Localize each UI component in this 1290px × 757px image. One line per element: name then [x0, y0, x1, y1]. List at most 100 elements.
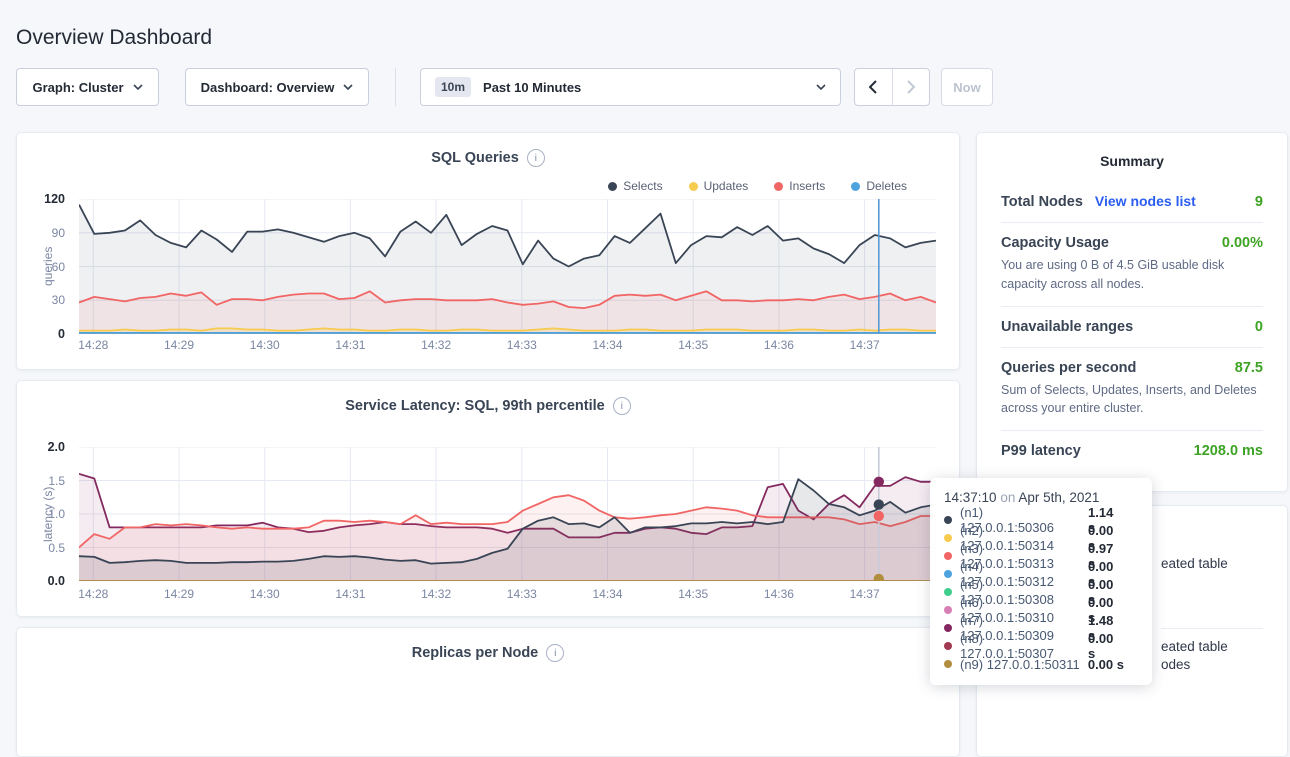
unavailable-ranges-label: Unavailable ranges	[1001, 319, 1133, 335]
series-dot-icon	[944, 624, 952, 632]
x-axis-tick: 14:37	[850, 338, 880, 352]
x-axis-ticks: 14:2814:2914:3014:3114:3214:3314:3414:35…	[79, 338, 936, 354]
summary-title: Summary	[1001, 133, 1263, 181]
legend-dot-icon	[851, 182, 860, 191]
info-icon[interactable]: i	[527, 149, 545, 167]
summary-row-total-nodes: Total Nodes View nodes list 9	[1001, 181, 1263, 223]
y-axis-tick: 1.5	[48, 474, 65, 488]
service-latency-chart[interactable]	[79, 447, 936, 581]
tooltip-node-row: (n8) 127.0.0.1:503070.00 s	[944, 637, 1138, 655]
x-axis-tick: 14:32	[421, 338, 451, 352]
x-axis-tick: 14:36	[764, 338, 794, 352]
total-nodes-label: Total Nodes	[1001, 194, 1083, 210]
graph-dropdown-label: Graph: Cluster	[32, 80, 123, 95]
legend-dot-icon	[774, 182, 783, 191]
chevron-left-icon	[869, 80, 877, 94]
time-range-dropdown[interactable]: 10m Past 10 Minutes	[420, 68, 841, 106]
y-axis-tick: 1.0	[48, 507, 65, 521]
series-dot-icon	[944, 588, 952, 596]
x-axis-tick: 14:29	[164, 587, 194, 601]
x-axis-tick: 14:34	[592, 338, 622, 352]
series-dot-icon	[944, 534, 952, 542]
summary-row-capacity: Capacity Usage 0.00% You are using 0 B o…	[1001, 223, 1263, 307]
y-axis-tick: 0.0	[48, 574, 65, 588]
x-axis-tick: 14:35	[678, 338, 708, 352]
sql-queries-chart[interactable]	[79, 199, 936, 334]
time-next-button[interactable]	[892, 69, 930, 105]
now-button[interactable]: Now	[941, 68, 993, 106]
capacity-description: You are using 0 B of 4.5 GiB usable disk…	[1001, 256, 1263, 294]
events-divider	[1161, 628, 1263, 629]
series-dot-icon	[944, 516, 952, 524]
event-text-fragment: odes	[1161, 657, 1190, 672]
graph-dropdown[interactable]: Graph: Cluster	[16, 68, 159, 106]
x-axis-tick: 14:30	[250, 338, 280, 352]
y-axis-tick: 0.5	[48, 541, 65, 555]
info-icon[interactable]: i	[613, 397, 631, 415]
y-axis-tick: 0	[58, 327, 65, 341]
sql-queries-legend: Selects Updates Inserts Deletes	[608, 179, 907, 193]
x-axis-ticks: 14:2814:2914:3014:3114:3214:3314:3414:35…	[79, 587, 936, 603]
legend-dot-icon	[689, 182, 698, 191]
qps-value: 87.5	[1235, 360, 1263, 376]
x-axis-tick: 14:36	[764, 587, 794, 601]
event-text-fragment: eated table	[1161, 556, 1228, 571]
tooltip-time: 14:37:10	[944, 490, 997, 505]
qps-label: Queries per second	[1001, 360, 1136, 376]
service-latency-panel: Service Latency: SQL, 99th percentile i …	[16, 380, 960, 617]
replicas-title-row: Replicas per Node i	[17, 644, 959, 662]
qps-description: Sum of Selects, Updates, Inserts, and De…	[1001, 381, 1263, 419]
chart-hover-tooltip: 14:37:10 on Apr 5th, 2021 (n1) 127.0.0.1…	[930, 478, 1152, 685]
y-axis-tick: 2.0	[48, 440, 65, 454]
series-dot-icon	[944, 642, 952, 650]
view-nodes-list-link[interactable]: View nodes list	[1095, 193, 1196, 209]
replicas-per-node-panel: Replicas per Node i	[16, 627, 960, 757]
series-dot-icon	[944, 606, 952, 614]
time-range-badge: 10m	[435, 77, 471, 97]
legend-item-selects[interactable]: Selects	[608, 179, 662, 193]
tooltip-date: Apr 5th, 2021	[1018, 490, 1099, 505]
legend-item-updates[interactable]: Updates	[689, 179, 749, 193]
summary-row-p99: P99 latency 1208.0 ms	[1001, 431, 1263, 471]
time-step-group	[854, 68, 930, 106]
chevron-down-icon	[343, 84, 353, 90]
chevron-right-icon	[907, 80, 915, 94]
y-axis-tick: 60	[52, 260, 65, 274]
chart-title: SQL Queries	[431, 150, 519, 166]
toolbar-divider	[395, 68, 396, 106]
service-latency-title-row: Service Latency: SQL, 99th percentile i	[17, 397, 959, 415]
chart-title: Replicas per Node	[412, 645, 539, 661]
series-dot-icon	[944, 660, 952, 668]
capacity-value: 0.00%	[1222, 235, 1263, 251]
legend-label: Selects	[623, 179, 662, 193]
legend-label: Deletes	[866, 179, 907, 193]
dashboard-dropdown[interactable]: Dashboard: Overview	[185, 68, 369, 106]
tooltip-node-value: 0.00 s	[1088, 657, 1138, 672]
chevron-down-icon	[133, 84, 143, 90]
legend-item-deletes[interactable]: Deletes	[851, 179, 907, 193]
summary-row-unavailable: Unavailable ranges 0	[1001, 307, 1263, 348]
legend-item-inserts[interactable]: Inserts	[774, 179, 825, 193]
time-prev-button[interactable]	[855, 69, 892, 105]
x-axis-tick: 14:33	[507, 338, 537, 352]
info-icon[interactable]: i	[546, 644, 564, 662]
dashboard-dropdown-label: Dashboard: Overview	[201, 80, 335, 95]
series-dot-icon	[944, 570, 952, 578]
x-axis-tick: 14:35	[678, 587, 708, 601]
capacity-label: Capacity Usage	[1001, 235, 1109, 251]
sql-queries-panel: SQL Queries i Selects Updates Inserts Delet…	[16, 132, 960, 370]
x-axis-tick: 14:29	[164, 338, 194, 352]
tooltip-node-row: (n9) 127.0.0.1:503110.00 s	[944, 655, 1138, 673]
chevron-down-icon	[816, 84, 826, 90]
chart-title: Service Latency: SQL, 99th percentile	[345, 398, 605, 414]
event-text-fragment: eated table	[1161, 639, 1228, 654]
summary-panel: Summary Total Nodes View nodes list 9 Ca…	[976, 132, 1288, 492]
tooltip-rows: (n1) 127.0.0.1:503061.14 s(n2) 127.0.0.1…	[944, 511, 1138, 673]
x-axis-tick: 14:33	[507, 587, 537, 601]
tooltip-timestamp: 14:37:10 on Apr 5th, 2021	[944, 490, 1138, 505]
total-nodes-value: 9	[1255, 194, 1263, 210]
x-axis-tick: 14:32	[421, 587, 451, 601]
p99-latency-value: 1208.0 ms	[1194, 443, 1263, 459]
x-axis-tick: 14:28	[78, 587, 108, 601]
x-axis-tick: 14:28	[78, 338, 108, 352]
